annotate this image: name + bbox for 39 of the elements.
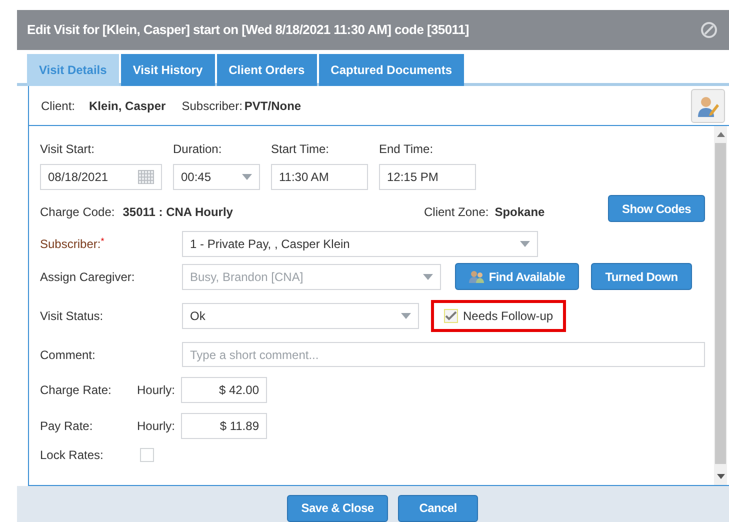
action-button[interactable]: Show Codes bbox=[608, 195, 705, 222]
field-label: Charge Code: bbox=[40, 204, 115, 221]
subscriber-value: PVT/None bbox=[244, 98, 302, 114]
tab[interactable]: Captured Documents bbox=[318, 54, 464, 86]
text-field[interactable]: $ 42.00 bbox=[181, 377, 267, 403]
field-label: Lock Rates: bbox=[40, 448, 104, 462]
field-label: Client: bbox=[41, 98, 76, 114]
tab[interactable]: Client Orders bbox=[216, 54, 317, 86]
text-field[interactable]: 12:15 PM bbox=[379, 164, 476, 190]
field-label: Start Time: bbox=[271, 141, 330, 158]
unit-label: Hourly: bbox=[137, 418, 176, 435]
dropdown-field[interactable]: 1 - Private Pay, , Casper Klein bbox=[182, 231, 538, 257]
field-label: Visit Start: bbox=[40, 141, 96, 158]
action-button[interactable]: Save & Close bbox=[287, 494, 388, 522]
field-label: End Time: bbox=[379, 141, 434, 158]
comment-field[interactable]: Type a short comment... bbox=[182, 342, 705, 367]
client-zone-value: Spokane bbox=[494, 204, 545, 221]
follow-up-option[interactable]: Needs Follow-up bbox=[431, 300, 566, 332]
field-label: Pay Rate: bbox=[40, 419, 93, 433]
tab[interactable]: Visit History bbox=[120, 54, 215, 86]
field-label: Comment: bbox=[40, 348, 96, 362]
dropdown-field[interactable]: 00:45 bbox=[173, 164, 260, 190]
text-field[interactable]: $ 11.89 bbox=[181, 413, 267, 439]
field-label: Visit Status: bbox=[40, 309, 104, 323]
field-label: Assign Caregiver: bbox=[40, 270, 135, 284]
client-name: Klein, Casper bbox=[89, 98, 166, 114]
date-field[interactable]: 08/18/2021 bbox=[40, 164, 162, 190]
field-label: Subscriber:$^{*}$ bbox=[40, 237, 104, 251]
field-label: Charge Rate: bbox=[40, 383, 112, 397]
field-label: Subscriber: bbox=[182, 98, 242, 114]
text-field[interactable]: 11:30 AM bbox=[271, 164, 368, 190]
window-title: Edit Visit for [Klein, Casper] start on [Wed 8/18/2021 11:30 AM] code [35011] bbox=[27, 21, 469, 40]
tab[interactable]: Visit Details bbox=[27, 54, 119, 86]
charge-code-value: 35011 : CNA Hourly bbox=[122, 204, 233, 221]
field-label: Client Zone: bbox=[424, 204, 489, 221]
dropdown-field[interactable]: Ok bbox=[182, 303, 419, 329]
action-button[interactable]: Cancel bbox=[398, 494, 478, 522]
unit-label: Hourly: bbox=[137, 382, 176, 399]
field-label: Duration: bbox=[173, 141, 223, 158]
